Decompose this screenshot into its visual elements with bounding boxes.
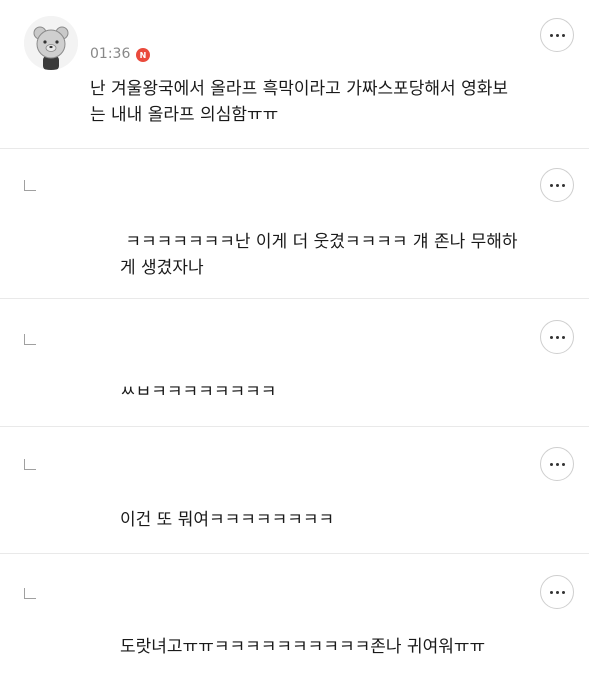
more-options-dot [555, 183, 559, 187]
more-options-icon [549, 335, 553, 339]
reply-item: 이건 또 뭐여ㅋㅋㅋㅋㅋㅋㅋㅋ [0, 427, 589, 554]
reply-arrow-icon [24, 334, 36, 345]
more-options-button[interactable] [540, 575, 574, 609]
reply-text: 도랏녀고ㅠㅠㅋㅋㅋㅋㅋㅋㅋㅋㅋㅋ존나 귀여워ㅠㅠ [120, 634, 485, 660]
more-options-icon [549, 183, 553, 187]
reply-text-line: 도랏녀고ㅠㅠㅋㅋㅋㅋㅋㅋㅋㅋㅋㅋ존나 귀여워ㅠㅠ [120, 637, 486, 657]
more-options-dot [555, 590, 559, 594]
more-options-button[interactable] [540, 18, 574, 52]
more-options-dot [555, 462, 559, 466]
comment-time: 01:36 [90, 46, 131, 62]
reply-text-line: ㅆㅂㅋㅋㅋㅋㅋㅋㅋㅋ [120, 382, 277, 402]
reply-text: ㅆㅂㅋㅋㅋㅋㅋㅋㅋㅋ [120, 379, 276, 405]
bear-avatar-icon [24, 16, 78, 70]
reply-arrow-icon [24, 180, 36, 191]
reply-item: ㅆㅂㅋㅋㅋㅋㅋㅋㅋㅋ [0, 299, 589, 427]
comment-text-line: 난 겨울왕국에서 올라프 흑막이라고 가짜스포당해서 영화보 [90, 79, 509, 99]
more-options-button[interactable] [540, 447, 574, 481]
avatar[interactable] [24, 16, 78, 70]
more-options-dot [561, 33, 565, 37]
comment-text: 난 겨울왕국에서 올라프 흑막이라고 가짜스포당해서 영화보 는 내내 올라프 … [90, 76, 508, 128]
reply-text: ㅋㅋㅋㅋㅋㅋㅋ난 이게 더 웃겼ㅋㅋㅋㅋ 걔 존나 무해하 게 생겼자나 [120, 229, 518, 281]
more-options-icon [549, 462, 553, 466]
reply-text: 이건 또 뭐여ㅋㅋㅋㅋㅋㅋㅋㅋ [120, 507, 334, 533]
comment-text-line: 는 내내 올라프 의심함ㅠㅠ [90, 105, 279, 125]
reply-text-line: 이건 또 뭐여ㅋㅋㅋㅋㅋㅋㅋㅋ [120, 510, 335, 530]
reply-text-line: 게 생겼자나 [120, 258, 204, 278]
more-options-dot [555, 335, 559, 339]
more-options-icon [549, 590, 553, 594]
reply-item: ㅋㅋㅋㅋㅋㅋㅋ난 이게 더 웃겼ㅋㅋㅋㅋ 걔 존나 무해하 게 생겼자나 [0, 149, 589, 299]
more-options-dot [561, 462, 565, 466]
more-options-dot [561, 335, 565, 339]
more-options-button[interactable] [540, 320, 574, 354]
more-options-button[interactable] [540, 168, 574, 202]
comment-item: 01:36 N 난 겨울왕국에서 올라프 흑막이라고 가짜스포당해서 영화보 는… [0, 0, 589, 149]
reply-text-line: ㅋㅋㅋㅋㅋㅋㅋ난 이게 더 웃겼ㅋㅋㅋㅋ 걔 존나 무해하 [120, 232, 518, 252]
more-options-dot [561, 590, 565, 594]
reply-arrow-icon [24, 588, 36, 599]
new-badge: N [136, 48, 150, 62]
reply-arrow-icon [24, 459, 36, 470]
reply-item: 도랏녀고ㅠㅠㅋㅋㅋㅋㅋㅋㅋㅋㅋㅋ존나 귀여워ㅠㅠ [0, 554, 589, 680]
more-options-icon [549, 33, 553, 37]
more-options-dot [561, 183, 565, 187]
more-options-dot [555, 33, 559, 37]
